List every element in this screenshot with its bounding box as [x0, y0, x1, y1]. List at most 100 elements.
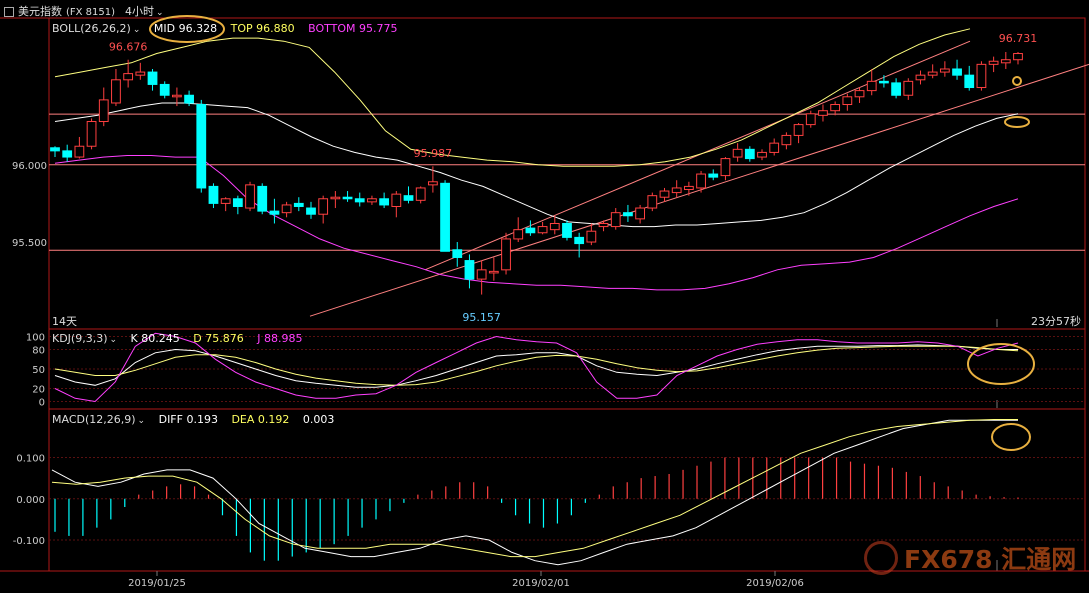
kdj-d-value: D 75.876 [193, 332, 244, 345]
price-highlight [1012, 76, 1022, 86]
chevron-down-icon[interactable]: ⌄ [133, 25, 141, 35]
candle-body [476, 269, 487, 280]
candle-body [598, 222, 609, 228]
candle-body [525, 227, 536, 234]
candle-body [818, 110, 828, 116]
candle-body [513, 229, 524, 240]
candle-body [976, 63, 987, 89]
boll-bottom-value: BOTTOM 95.775 [308, 22, 398, 35]
candle-body [891, 82, 901, 96]
candle-body [744, 148, 755, 160]
candle-body [269, 210, 280, 215]
candle-body [318, 198, 329, 215]
chevron-down-icon[interactable]: ⌄ [138, 416, 146, 426]
candle-body [306, 207, 316, 215]
candle-body [208, 185, 219, 204]
candle-body [647, 195, 658, 209]
candle-body [367, 198, 377, 203]
candle-body [354, 198, 365, 203]
watermark-text: FX678 汇通网 [904, 545, 1077, 574]
boll-label[interactable]: BOLL(26,26,2) [52, 22, 131, 35]
candle-body [464, 260, 475, 280]
price-annotation: 96.676 [109, 40, 148, 53]
candle-body [196, 104, 207, 189]
y-tick-label: -0.100 [13, 536, 45, 547]
title-bar: 美元指数 (FX 8151) 4小时 ⌄ [4, 3, 174, 19]
y-tick-label: 0.000 [16, 495, 45, 506]
candle-body [671, 187, 682, 194]
candle-body [403, 195, 414, 201]
y-tick-label: 20 [32, 385, 45, 396]
boll-mid-highlight [1004, 116, 1030, 128]
candle-body [842, 96, 853, 106]
x-tick-label: 2019/02/06 [746, 578, 804, 589]
price-annotation: 96.731 [999, 32, 1038, 45]
macd-label[interactable]: MACD(12,26,9) [52, 413, 136, 426]
candle-body [732, 148, 743, 158]
macd-highlight [991, 423, 1031, 451]
candle-body [342, 196, 353, 200]
candle-body [562, 222, 572, 238]
candle-body [172, 94, 182, 98]
candle-body [257, 185, 268, 212]
candle-body [830, 104, 841, 112]
candle-body [74, 145, 85, 158]
candle-body [159, 83, 170, 96]
candle-body [440, 182, 450, 252]
candle-body [135, 71, 146, 76]
candle-body [184, 94, 194, 104]
candle-body [98, 99, 109, 123]
main-panel: 96.000 95.500 96.676 95.987 95.157 96.731 [12, 28, 1089, 324]
candle-body [415, 187, 426, 201]
price-chart[interactable]: 96.000 95.500 96.676 95.987 95.157 96.731 100… [0, 0, 1089, 593]
checkbox-icon[interactable] [4, 7, 14, 17]
candle-body [781, 134, 792, 146]
candle-body [879, 80, 889, 84]
macd-legend: MACD(12,26,9) ⌄ DIFF 0.193 DEA 0.192 0.00… [52, 413, 344, 426]
x-tick-label: 2019/02/01 [512, 578, 570, 589]
x-tick-label: 2019/01/25 [128, 578, 186, 589]
candle-body [537, 226, 548, 234]
macd-dea-line [51, 419, 1018, 558]
y-tick-label: 0 [39, 398, 45, 409]
candle-body [147, 71, 158, 85]
y-tick-label: 96.000 [12, 161, 47, 172]
boll-top-value: TOP 96.880 [230, 22, 295, 35]
instrument-title: 美元指数 [18, 5, 62, 18]
candle-body [220, 198, 231, 204]
candle-body [62, 150, 73, 158]
logo-icon [864, 541, 898, 575]
candle-body [927, 71, 938, 76]
candle-body [501, 238, 511, 271]
period-selector[interactable]: 4小时 [125, 5, 154, 18]
candle-body [574, 236, 585, 245]
candle-body [586, 230, 597, 243]
kdj-k-value: K 80.245 [130, 332, 180, 345]
candle-body [293, 202, 304, 207]
candle-body [123, 73, 134, 81]
candle-body [50, 147, 60, 152]
candle-body [635, 207, 646, 220]
candle-body [939, 68, 950, 73]
candle-body [854, 90, 865, 98]
boll-legend: BOLL(26,26,2) ⌄ MID 96.328 TOP 96.880 BOT… [52, 22, 408, 35]
candle-body [903, 80, 914, 96]
candle-body [793, 124, 804, 136]
kdj-legend: KDJ(9,3,3) ⌄ K 80.245 D 75.876 J 88.985 [52, 332, 312, 345]
price-annotation: 95.987 [414, 147, 453, 160]
y-tick-label: 100 [26, 333, 45, 344]
price-annotation: 95.157 [462, 311, 501, 324]
y-tick-label: 95.500 [12, 238, 47, 249]
candle-body [1000, 59, 1011, 64]
candle-body [708, 173, 719, 178]
candle-body [610, 212, 621, 228]
candle-body [915, 74, 926, 81]
chart-frame [0, 17, 1086, 572]
chevron-down-icon[interactable]: ⌄ [110, 335, 118, 345]
kdj-label[interactable]: KDJ(9,3,3) [52, 332, 108, 345]
candle-body [330, 196, 341, 200]
candle-body [683, 185, 694, 190]
chevron-down-icon[interactable]: ⌄ [156, 8, 164, 18]
kdj-j-value: J 88.985 [257, 332, 303, 345]
candle-body [964, 74, 975, 89]
